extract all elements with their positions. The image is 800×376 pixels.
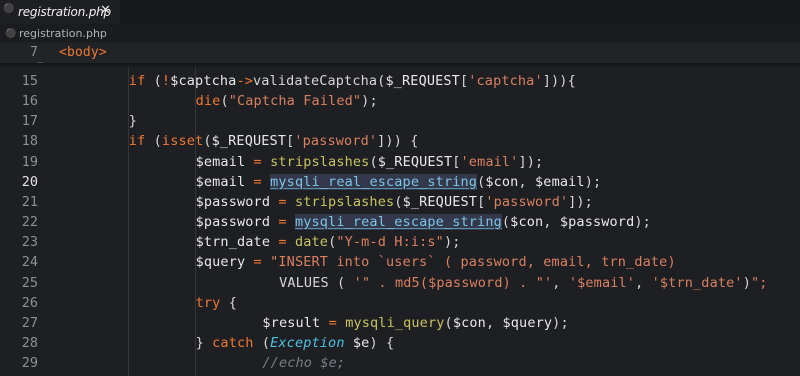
code-line[interactable]: 19 $email = stripslashes($_REQUEST['email… bbox=[0, 153, 800, 173]
line-number: 20 bbox=[21, 173, 38, 190]
code-text: } bbox=[128, 113, 138, 130]
code-line[interactable]: 21 $password = stripslashes($_REQUEST['pa… bbox=[0, 193, 800, 213]
code-line[interactable]: 24 $query = "INSERT into `users` ( passwo… bbox=[0, 253, 800, 273]
line-number: 26 bbox=[21, 294, 38, 311]
line-number: 28 bbox=[21, 334, 38, 351]
line-number: 23 bbox=[21, 234, 38, 251]
code-line[interactable]: 15 if (!$captcha->validateCaptcha($_REQUE… bbox=[0, 72, 800, 92]
code-text: $query = "INSERT into `users` ( password… bbox=[195, 254, 676, 271]
code-text: $password = mysqli_real_escape_string($c… bbox=[195, 214, 651, 231]
code-text: $email = stripslashes($_REQUEST['email']… bbox=[195, 153, 544, 170]
code-text: VALUES ( '" . md5($password) . "', '$ema… bbox=[279, 274, 768, 291]
sticky-shadow bbox=[0, 63, 800, 67]
line-number: 18 bbox=[21, 133, 38, 150]
line-number: 29 bbox=[21, 355, 38, 372]
code-text: //echo $e; bbox=[262, 355, 346, 372]
code-line[interactable]: 26 try { bbox=[0, 294, 800, 314]
line-number: 15 bbox=[21, 73, 38, 89]
code-text: if (!$captcha->validateCaptcha($_REQUEST… bbox=[128, 73, 576, 89]
line-number: 24 bbox=[21, 254, 38, 271]
line-number: 16 bbox=[21, 93, 38, 110]
code-text: } catch (Exception $e) { bbox=[195, 334, 395, 351]
code-line[interactable]: 17} bbox=[0, 112, 800, 132]
code-text: $email = mysqli_real_escape_string($con,… bbox=[195, 173, 602, 190]
sticky-scroll-line[interactable]: 7 <body> bbox=[0, 43, 800, 63]
line-number: 19 bbox=[21, 153, 38, 170]
sticky-code: <body> bbox=[59, 45, 107, 60]
line-number: 21 bbox=[21, 193, 38, 210]
code-text: if (isset($_REQUEST['password'])) { bbox=[128, 133, 419, 150]
code-text: try { bbox=[195, 294, 237, 311]
line-number: 22 bbox=[21, 214, 38, 231]
php-file-icon: ⚫ bbox=[5, 29, 17, 39]
code-text: $password = stripslashes($_REQUEST['pass… bbox=[195, 193, 593, 210]
tab-registration-php[interactable]: ⚫ registration.php ✕ bbox=[0, 0, 120, 24]
code-line[interactable]: 23 $trn_date = date("Y-m-d H:i:s"); bbox=[0, 233, 800, 253]
line-number: 17 bbox=[21, 113, 38, 130]
code-line[interactable]: 25 VALUES ( '" . md5($password) . "', '$e… bbox=[0, 274, 800, 294]
code-text: $trn_date = date("Y-m-d H:i:s"); bbox=[195, 234, 461, 251]
code-line[interactable]: 18 if (isset($_REQUEST['password'])) { bbox=[0, 132, 800, 152]
line-number: 27 bbox=[21, 314, 38, 331]
code-line[interactable]: 20 $email = mysqli_real_escape_string($co… bbox=[0, 173, 800, 193]
breadcrumb-file[interactable]: registration.php bbox=[19, 27, 107, 40]
code-text: $result = mysqli_query($con, $query); bbox=[262, 314, 569, 331]
code-line[interactable]: 29 //echo $e; bbox=[0, 354, 800, 374]
code-line[interactable]: 27 $result = mysqli_query($con, $query); bbox=[0, 314, 800, 334]
line-number: 7 bbox=[30, 45, 38, 60]
close-icon[interactable]: ✕ bbox=[100, 3, 111, 18]
tab-label: registration.php bbox=[18, 5, 111, 19]
tab-bar: ⚫ registration.php ✕ bbox=[0, 0, 800, 24]
line-number: 25 bbox=[21, 274, 38, 291]
code-line[interactable]: 28 } catch (Exception $e) { bbox=[0, 334, 800, 354]
code-text: die("Captcha Failed"); bbox=[195, 93, 378, 110]
code-line[interactable]: 16 die("Captcha Failed"); bbox=[0, 92, 800, 112]
php-file-icon: ⚫ bbox=[3, 4, 15, 14]
fold-marker-icon: — bbox=[38, 58, 44, 68]
code-line[interactable]: 22 $password = mysqli_real_escape_string(… bbox=[0, 213, 800, 233]
breadcrumb: ⚫ registration.php bbox=[0, 24, 800, 42]
